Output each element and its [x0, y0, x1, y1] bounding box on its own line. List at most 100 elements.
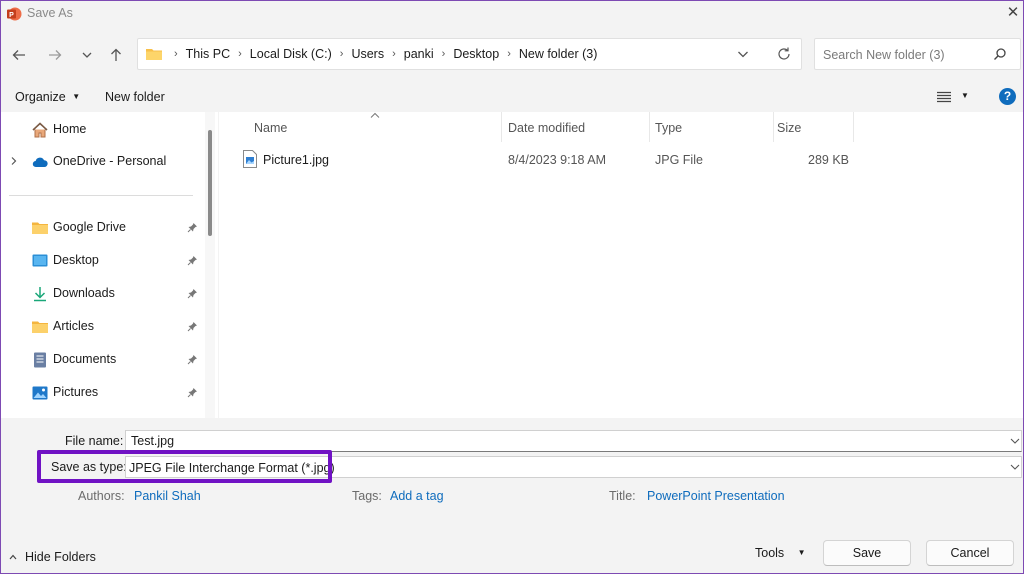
home-icon: [32, 122, 48, 138]
new-folder-button[interactable]: New folder: [105, 90, 165, 104]
download-icon: [34, 287, 46, 302]
up-arrow-icon: [111, 48, 121, 61]
chevron-down-icon[interactable]: [1010, 438, 1020, 444]
address-history-chevron-icon[interactable]: [736, 47, 750, 61]
title-bar: P Save As ✕: [1, 1, 1023, 27]
breadcrumb-desktop[interactable]: Desktop: [453, 47, 499, 61]
breadcrumb-this-pc[interactable]: This PC: [186, 47, 230, 61]
refresh-icon[interactable]: [776, 46, 792, 62]
chevron-right-icon: ›: [507, 48, 511, 60]
save-button[interactable]: Save: [823, 540, 911, 566]
column-header-name[interactable]: Name: [219, 112, 501, 142]
column-header-label: Date modified: [508, 121, 586, 135]
column-header-label: Name: [254, 121, 288, 135]
chevron-right-icon: ›: [174, 48, 178, 60]
caret-down-icon: ▼: [797, 548, 806, 557]
search-input[interactable]: [821, 45, 990, 65]
breadcrumb: › This PC › Local Disk (C:) › Users › pa…: [146, 39, 597, 69]
column-header-type[interactable]: Type: [650, 112, 773, 142]
authors-label: Authors:: [78, 489, 125, 503]
navigation-pane: Home OneDrive - Personal Google Drive De…: [1, 112, 218, 418]
view-options-menu[interactable]: ▼: [937, 89, 973, 105]
tags-label: Tags:: [352, 489, 382, 503]
onedrive-cloud-icon: [32, 157, 48, 168]
up-button[interactable]: [105, 44, 127, 66]
organize-menu[interactable]: Organize ▼: [15, 90, 80, 104]
column-header-date-modified[interactable]: Date modified: [502, 112, 649, 142]
caret-down-icon: ▼: [72, 92, 81, 101]
highlight-box: [37, 450, 332, 483]
chevron-right-icon: ›: [441, 48, 446, 60]
chevron-right-icon: ›: [392, 48, 396, 60]
documents-icon: [34, 352, 46, 368]
chevron-down-icon[interactable]: [1010, 464, 1020, 470]
recent-locations-button[interactable]: [76, 44, 98, 66]
pictures-icon: [32, 386, 48, 400]
back-button[interactable]: [8, 44, 30, 66]
help-button[interactable]: ?: [999, 88, 1016, 105]
breadcrumb-local-disk[interactable]: Local Disk (C:): [250, 47, 332, 61]
title-value[interactable]: PowerPoint Presentation: [647, 489, 785, 503]
folder-icon: [32, 222, 48, 234]
sidebar-item-label: OneDrive - Personal: [53, 154, 167, 168]
chevron-up-icon: [9, 554, 17, 560]
column-divider[interactable]: [853, 112, 854, 142]
tools-label: Tools: [755, 546, 785, 560]
file-row[interactable]: Picture1.jpg 8/4/2023 9:18 AM JPG File 2…: [219, 149, 869, 171]
hide-folders-label: Hide Folders: [25, 550, 96, 564]
desktop-icon: [32, 254, 48, 267]
pin-icon[interactable]: [187, 354, 198, 365]
folder-icon: [146, 49, 162, 60]
column-header-size[interactable]: Size: [774, 112, 853, 142]
breadcrumb-new-folder[interactable]: New folder (3): [519, 47, 598, 61]
file-name-field[interactable]: [125, 430, 1022, 452]
file-size: 289 KB: [808, 153, 850, 167]
list-view-icon: [937, 91, 951, 103]
sidebar-item-home[interactable]: Home: [1, 117, 201, 143]
sidebar-item-documents[interactable]: Documents: [1, 347, 201, 373]
svg-text:P: P: [9, 12, 14, 19]
sidebar-item-articles[interactable]: Articles: [1, 314, 201, 340]
divider: [9, 195, 193, 196]
pin-icon[interactable]: [187, 321, 198, 332]
close-icon[interactable]: ✕: [1004, 4, 1022, 22]
window-title: Save As: [27, 6, 73, 20]
sidebar-item-pictures[interactable]: Pictures: [1, 380, 201, 406]
sidebar-item-label: Articles: [53, 319, 94, 333]
scrollbar-thumb[interactable]: [208, 130, 212, 236]
file-type: JPG File: [655, 153, 703, 167]
search-icon[interactable]: [993, 47, 1007, 61]
cancel-button[interactable]: Cancel: [926, 540, 1014, 566]
authors-value[interactable]: Pankil Shah: [134, 489, 201, 503]
file-date-modified: 8/4/2023 9:18 AM: [508, 153, 606, 167]
sidebar-item-label: Pictures: [53, 385, 99, 399]
breadcrumb-users[interactable]: Users: [351, 47, 384, 61]
sidebar-item-label: Downloads: [53, 286, 115, 300]
tools-menu[interactable]: Tools ▼: [755, 546, 806, 560]
sidebar-item-onedrive[interactable]: OneDrive - Personal: [1, 149, 201, 175]
pin-icon[interactable]: [187, 387, 198, 398]
sidebar-item-label: Home: [53, 122, 87, 136]
search-box[interactable]: [814, 38, 1021, 70]
chevron-right-icon: ›: [339, 48, 344, 60]
powerpoint-icon: P: [7, 7, 22, 21]
sidebar-item-downloads[interactable]: Downloads: [1, 281, 201, 307]
save-options-area: File name: Save as type: JPEG File Inter…: [1, 418, 1023, 573]
breadcrumb-panki[interactable]: panki: [404, 47, 434, 61]
sidebar-item-desktop[interactable]: Desktop: [1, 248, 201, 274]
pin-icon[interactable]: [187, 288, 198, 299]
sidebar-item-google-drive[interactable]: Google Drive: [1, 215, 201, 241]
forward-arrow-icon: [49, 50, 62, 60]
pin-icon[interactable]: [187, 222, 198, 233]
pin-icon[interactable]: [187, 255, 198, 266]
back-arrow-icon: [12, 50, 25, 60]
file-name-input[interactable]: [131, 434, 991, 448]
folder-icon: [32, 321, 48, 333]
file-name-label: File name:: [65, 434, 124, 448]
chevron-right-icon: ›: [238, 48, 242, 60]
address-bar[interactable]: › This PC › Local Disk (C:) › Users › pa…: [137, 38, 802, 70]
save-as-dialog: P Save As ✕ › This PC › Local Disk (C:) …: [0, 0, 1024, 574]
forward-button[interactable]: [44, 44, 66, 66]
chevron-right-icon[interactable]: [9, 156, 19, 166]
add-tag-link[interactable]: Add a tag: [390, 489, 444, 503]
